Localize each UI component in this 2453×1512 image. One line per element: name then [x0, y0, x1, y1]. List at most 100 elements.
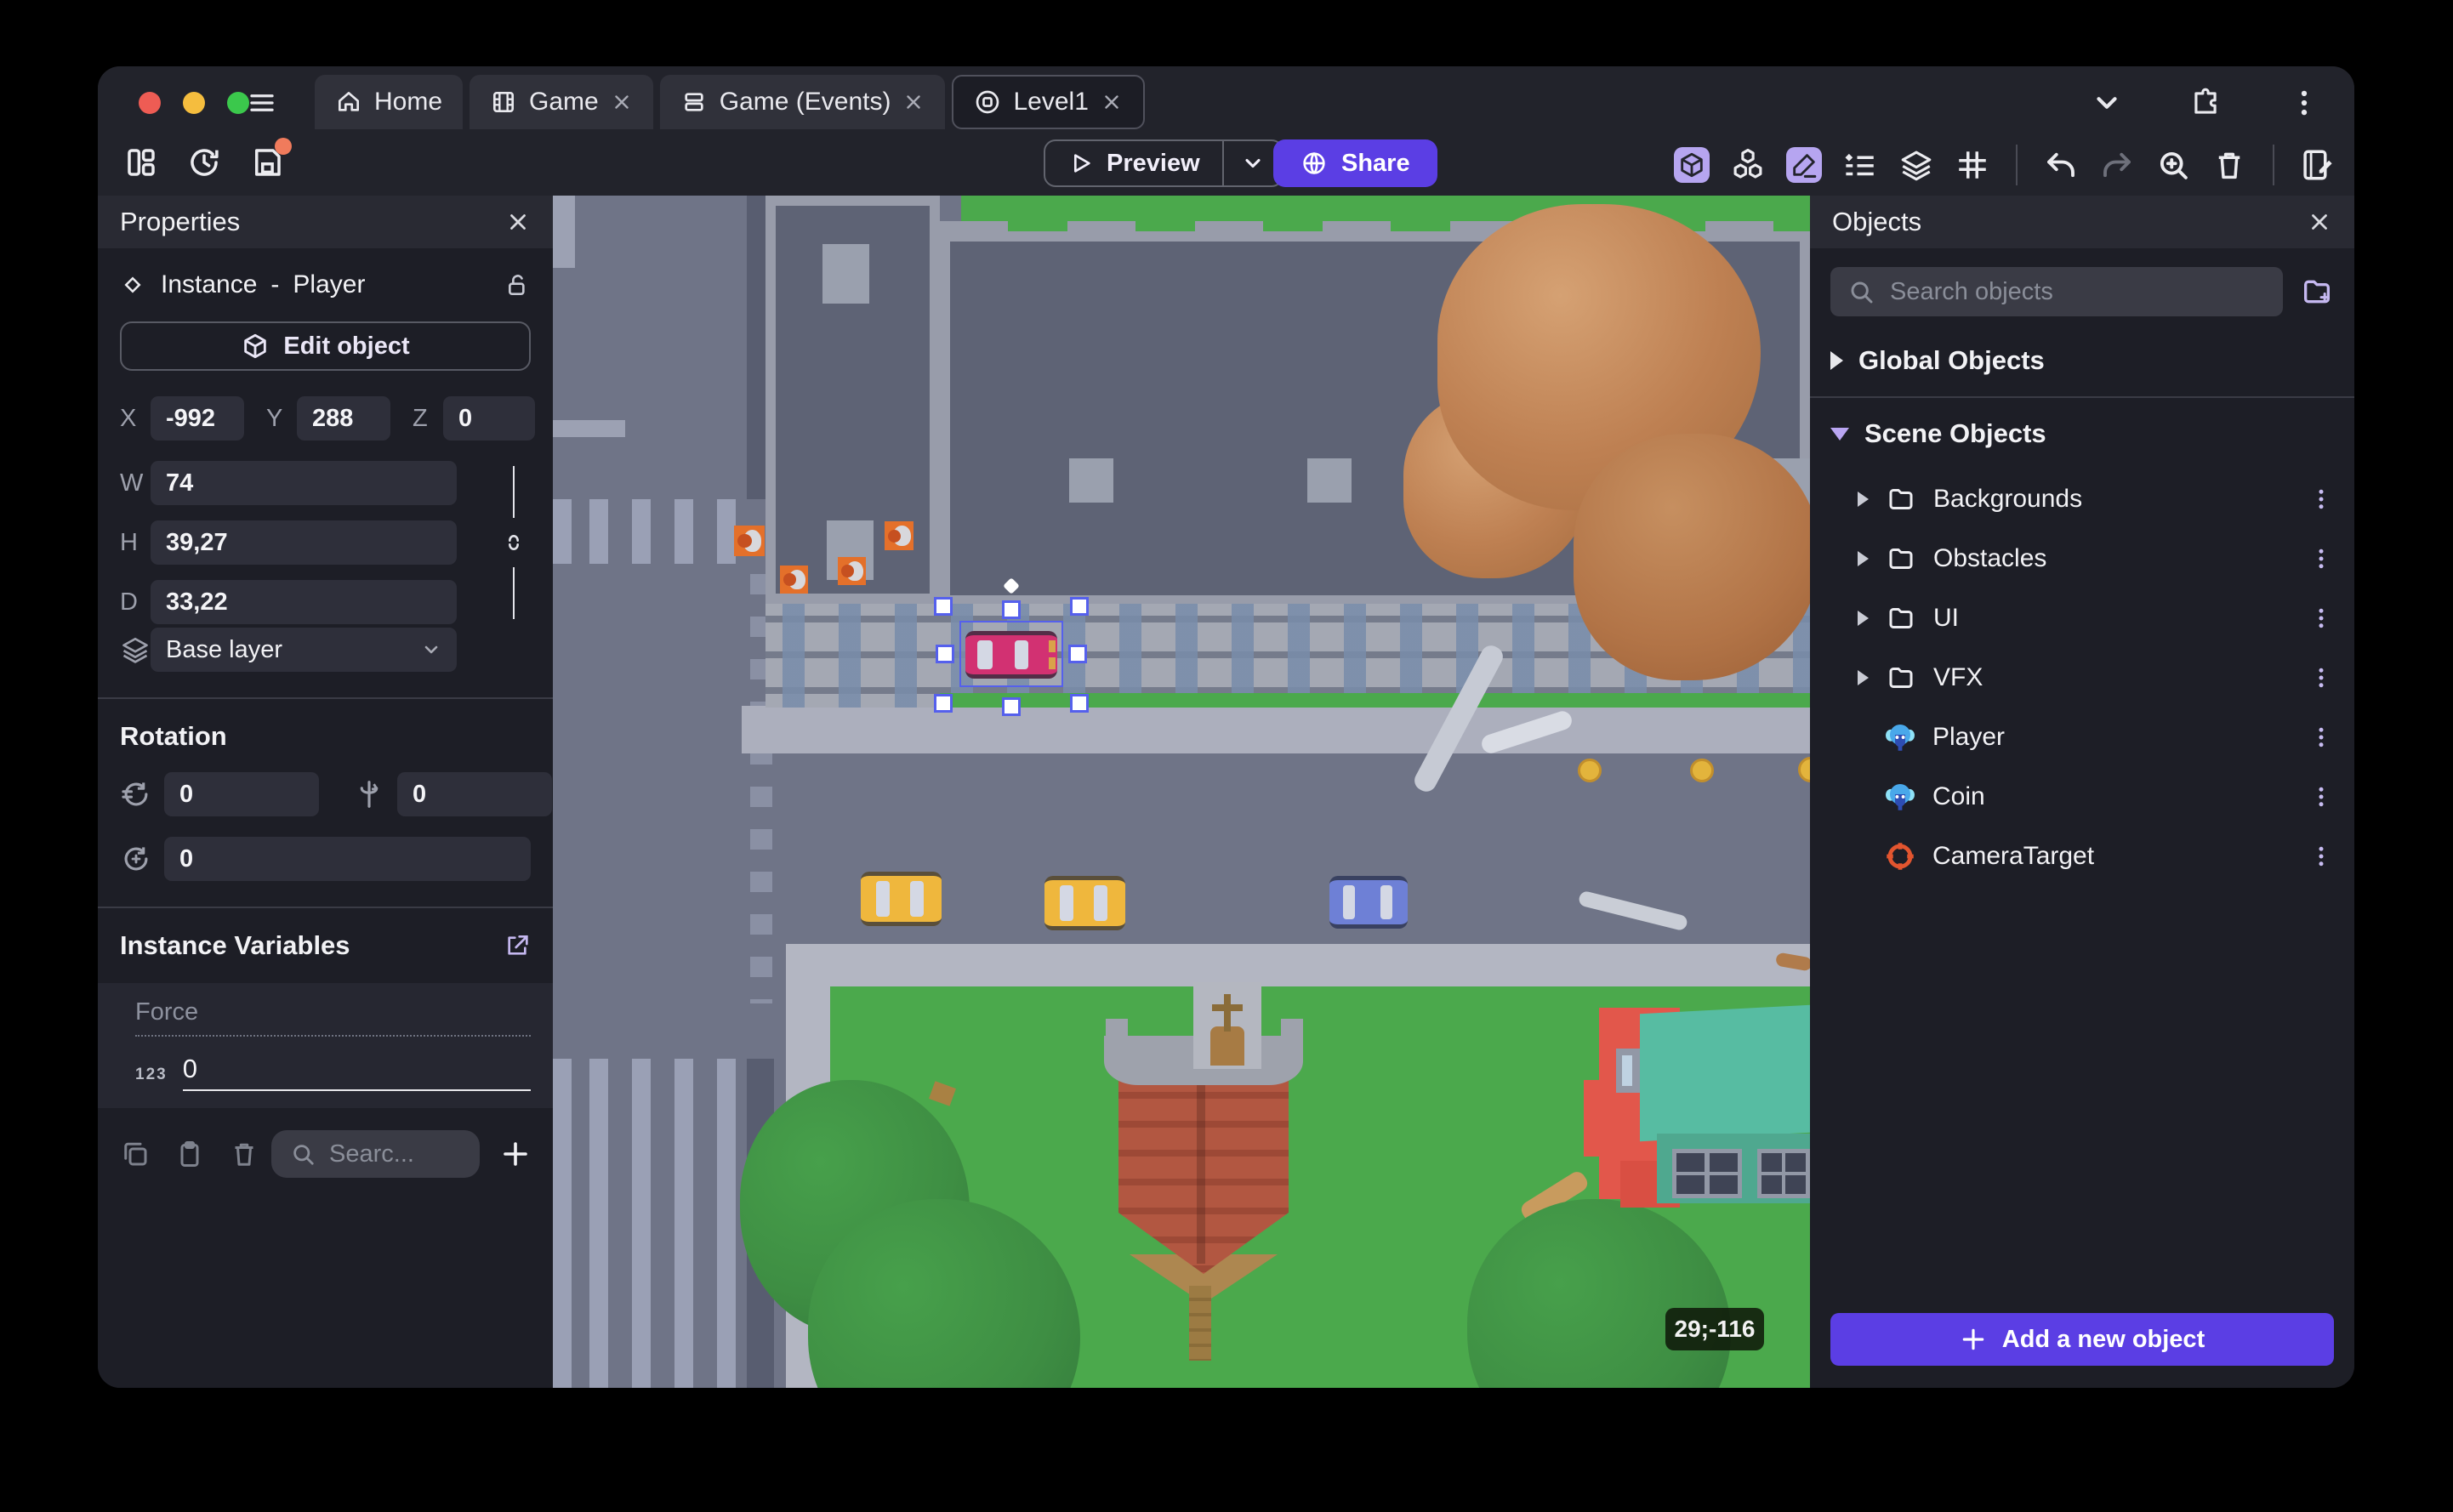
- yellow-car[interactable]: [861, 872, 942, 926]
- scene-objects-group[interactable]: Scene Objects: [1810, 398, 2354, 469]
- kebab-menu-icon[interactable]: [2308, 605, 2334, 631]
- cube-3d-mode-icon[interactable]: [1674, 147, 1710, 183]
- open-variables-icon[interactable]: [504, 932, 531, 959]
- folder-row-obstacles[interactable]: Obstacles: [1810, 529, 2354, 588]
- instances-list-icon[interactable]: [1842, 147, 1878, 183]
- edit-object-button[interactable]: Edit object: [120, 321, 531, 371]
- save-icon[interactable]: [249, 138, 292, 180]
- resize-handle[interactable]: [934, 694, 953, 713]
- resize-handle[interactable]: [1070, 694, 1089, 713]
- variable-value-field[interactable]: 0: [182, 1054, 531, 1091]
- resize-handle[interactable]: [1070, 597, 1089, 616]
- variable-type-number-icon: 123: [135, 1066, 168, 1083]
- tab-game-events[interactable]: Game (Events): [659, 75, 946, 129]
- undo-icon[interactable]: [2043, 147, 2079, 183]
- add-folder-icon[interactable]: [2300, 275, 2334, 309]
- rotation-x-field[interactable]: [164, 772, 319, 816]
- kebab-menu-icon[interactable]: [2308, 784, 2334, 810]
- building-roof[interactable]: [765, 196, 940, 604]
- resize-handle[interactable]: [1002, 600, 1021, 619]
- paste-clipboard-icon[interactable]: [174, 1139, 205, 1169]
- yellow-car[interactable]: [1044, 876, 1125, 930]
- tab-game[interactable]: Game: [470, 75, 653, 129]
- height-field[interactable]: [151, 520, 457, 565]
- selection-box[interactable]: [934, 577, 1089, 716]
- events-sheet-icon[interactable]: [2300, 147, 2336, 183]
- add-variable-button[interactable]: [500, 1139, 531, 1169]
- folder-row-ui[interactable]: UI: [1810, 588, 2354, 648]
- z-field[interactable]: [443, 396, 535, 441]
- folder-row-backgrounds[interactable]: Backgrounds: [1810, 469, 2354, 529]
- x-field[interactable]: [151, 396, 244, 441]
- kebab-menu-icon[interactable]: [2308, 665, 2334, 691]
- cone-obstacle[interactable]: [885, 521, 913, 550]
- layers-icon: [120, 634, 151, 665]
- close-tab-icon[interactable]: [902, 91, 925, 113]
- close-tab-icon[interactable]: [611, 91, 633, 113]
- kebab-menu-icon[interactable]: [2308, 486, 2334, 512]
- history-icon[interactable]: [186, 145, 222, 180]
- grid-icon[interactable]: [1955, 147, 1990, 183]
- close-tab-icon[interactable]: [1101, 91, 1123, 113]
- objects-search-input[interactable]: [1890, 277, 2145, 306]
- objects-search[interactable]: [1830, 267, 2283, 316]
- folder-row-vfx[interactable]: VFX: [1810, 648, 2354, 708]
- hamburger-menu-icon[interactable]: [247, 88, 277, 118]
- pencil-edit-icon[interactable]: [1786, 147, 1822, 183]
- unlock-icon[interactable]: [504, 271, 531, 298]
- resize-handle[interactable]: [1068, 645, 1087, 663]
- resize-handle[interactable]: [1002, 697, 1021, 716]
- add-new-object-button[interactable]: Add a new object: [1830, 1313, 2334, 1366]
- autumn-tree[interactable]: [1574, 434, 1810, 680]
- close-window-button[interactable]: [139, 92, 161, 114]
- unsaved-changes-dot: [275, 138, 292, 155]
- house[interactable]: [1584, 999, 1810, 1212]
- cone-obstacle[interactable]: [838, 557, 866, 585]
- scene-canvas[interactable]: 29;-116: [553, 196, 1810, 1388]
- width-field[interactable]: [151, 461, 457, 505]
- objects-cubes-icon[interactable]: [1730, 147, 1766, 183]
- close-panel-icon[interactable]: [505, 209, 531, 235]
- variables-search-input[interactable]: [329, 1140, 440, 1168]
- preview-button[interactable]: Preview: [1045, 150, 1222, 178]
- variable-name[interactable]: Force: [135, 998, 531, 1037]
- player-car-selected[interactable]: [965, 631, 1057, 679]
- kebab-menu-icon[interactable]: [2308, 546, 2334, 571]
- rotation-z-field[interactable]: [164, 837, 531, 881]
- link-dimensions-toggle[interactable]: [502, 466, 526, 619]
- tab-level1[interactable]: Level1: [952, 75, 1145, 129]
- trash-icon[interactable]: [2211, 147, 2247, 183]
- redo-icon[interactable]: [2099, 147, 2135, 183]
- dashboard-icon[interactable]: [123, 145, 159, 180]
- object-row-cameratarget[interactable]: CameraTarget: [1810, 827, 2354, 886]
- object-row-player[interactable]: Player: [1810, 708, 2354, 767]
- zoom-in-icon[interactable]: [2155, 147, 2191, 183]
- kebab-menu-icon[interactable]: [2288, 87, 2320, 119]
- minimize-window-button[interactable]: [183, 92, 205, 114]
- share-button[interactable]: Share: [1273, 139, 1437, 187]
- rotation-y-field[interactable]: [397, 772, 552, 816]
- tab-home[interactable]: Home: [315, 75, 464, 129]
- resize-handle[interactable]: [934, 597, 953, 616]
- kebab-menu-icon[interactable]: [2308, 844, 2334, 869]
- object-row-coin[interactable]: Coin: [1810, 767, 2354, 827]
- chevron-down-icon[interactable]: [2091, 87, 2123, 119]
- resize-handle[interactable]: [936, 645, 954, 663]
- layer-select[interactable]: Base layer: [151, 628, 457, 672]
- cone-obstacle[interactable]: [780, 566, 808, 594]
- kebab-menu-icon[interactable]: [2308, 725, 2334, 750]
- close-panel-icon[interactable]: [2307, 209, 2332, 235]
- cone-obstacle[interactable]: [734, 526, 765, 556]
- depth-field[interactable]: [151, 580, 457, 624]
- blue-car[interactable]: [1329, 876, 1408, 929]
- coin[interactable]: [1690, 759, 1714, 782]
- coin[interactable]: [1798, 757, 1810, 782]
- trash-icon[interactable]: [229, 1139, 259, 1169]
- variables-search[interactable]: [271, 1130, 480, 1178]
- coin[interactable]: [1578, 759, 1602, 782]
- y-field[interactable]: [297, 396, 390, 441]
- copy-icon[interactable]: [120, 1139, 151, 1169]
- global-objects-group[interactable]: Global Objects: [1810, 325, 2354, 396]
- layers-icon[interactable]: [1898, 147, 1934, 183]
- extensions-puzzle-icon[interactable]: [2189, 87, 2222, 119]
